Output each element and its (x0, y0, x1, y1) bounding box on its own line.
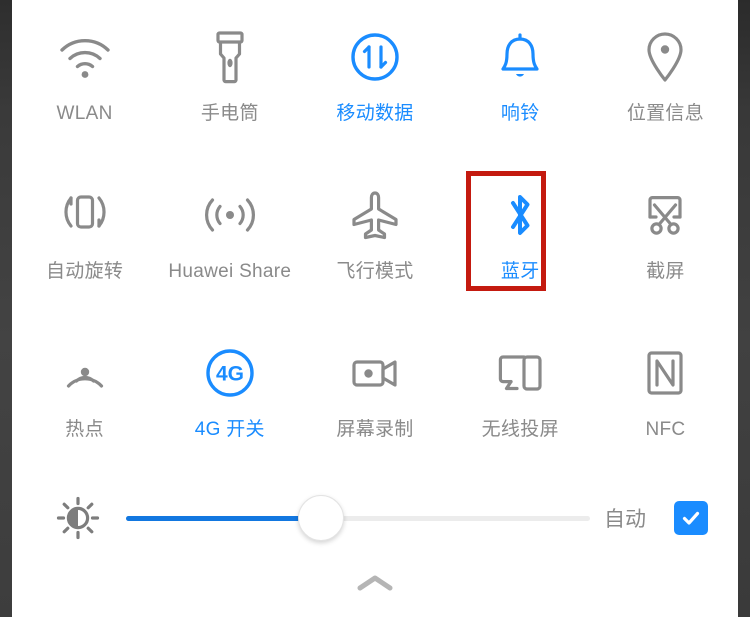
check-icon (682, 511, 700, 525)
toggle-row: WLAN 手电筒 移动数据 响铃 位置信息 (12, 6, 738, 164)
quick-toggle-label: 自动旋转 (46, 261, 124, 282)
panel-collapse-handle[interactable] (12, 564, 738, 617)
quick-toggle-label: 无线投屏 (481, 419, 559, 440)
phone-bezel-left (0, 0, 12, 617)
hotspot-icon (56, 344, 114, 402)
location-pin-icon (636, 28, 694, 86)
quick-toggle-hotspot[interactable]: 热点 (12, 322, 157, 472)
phone-screen: WLAN 手电筒 移动数据 响铃 位置信息 自动旋转 Huawei Share … (0, 0, 750, 617)
quick-toggle-label: 热点 (65, 419, 104, 440)
quick-toggle-label: 截屏 (646, 261, 685, 282)
auto-brightness-checkbox[interactable] (674, 501, 708, 535)
quick-toggle-ringer[interactable]: 响铃 (448, 6, 593, 164)
brightness-slider-thumb[interactable] (297, 495, 344, 541)
quick-toggle-label: 位置信息 (626, 103, 705, 124)
quick-toggle-label: 飞行模式 (336, 261, 414, 282)
quick-toggle-label: 响铃 (500, 103, 540, 124)
quick-toggle-label: 手电筒 (200, 103, 259, 124)
cast-screen-icon (491, 344, 549, 402)
flashlight-icon (201, 28, 259, 86)
quick-toggle-label: 移动数据 (336, 103, 414, 124)
quick-toggle-flashlight[interactable]: 手电筒 (157, 6, 302, 164)
quick-toggle-auto-rotate[interactable]: 自动旋转 (12, 164, 157, 322)
toggle-row: 热点 4G 4G 开关 屏幕录制 无线投屏 NFC (12, 322, 738, 472)
quick-toggle-label: 蓝牙 (500, 261, 540, 282)
screenshot-icon (636, 186, 694, 244)
quick-toggle-screen-record[interactable]: 屏幕录制 (302, 322, 447, 472)
screen-record-icon (346, 344, 404, 402)
mobile-data-icon (346, 28, 404, 86)
nfc-icon (636, 344, 694, 402)
brightness-icon (56, 496, 100, 540)
quick-toggle-huawei-share[interactable]: Huawei Share (157, 164, 302, 322)
quick-toggle-location[interactable]: 位置信息 (593, 6, 738, 164)
4g-icon: 4G (201, 344, 259, 402)
auto-brightness-label: 自动 (604, 508, 646, 531)
quick-toggle-4g[interactable]: 4G 4G 开关 (157, 322, 302, 472)
phone-bezel-right (738, 0, 750, 617)
brightness-row: 自动 (12, 472, 738, 564)
quick-settings-panel: WLAN 手电筒 移动数据 响铃 位置信息 自动旋转 Huawei Share … (12, 0, 738, 617)
toggle-row: 自动旋转 Huawei Share 飞行模式 蓝牙 截屏 (12, 164, 738, 322)
quick-toggle-label: WLAN (56, 103, 113, 124)
huawei-share-icon (201, 186, 259, 244)
quick-toggle-screenshot[interactable]: 截屏 (593, 164, 738, 322)
bell-icon (491, 28, 549, 86)
bluetooth-icon (491, 186, 549, 244)
quick-toggle-label: NFC (645, 419, 686, 440)
brightness-slider-fill (126, 515, 321, 521)
svg-text:4G: 4G (216, 363, 244, 386)
quick-toggle-nfc[interactable]: NFC (593, 322, 738, 472)
quick-toggle-airplane-mode[interactable]: 飞行模式 (302, 164, 447, 322)
quick-toggle-bluetooth[interactable]: 蓝牙 (448, 164, 593, 322)
quick-toggle-cast-screen[interactable]: 无线投屏 (448, 322, 593, 472)
wifi-icon (56, 28, 114, 86)
quick-toggle-label: 屏幕录制 (336, 419, 414, 440)
quick-toggle-label: Huawei Share (168, 261, 292, 282)
quick-toggle-grid: WLAN 手电筒 移动数据 响铃 位置信息 自动旋转 Huawei Share … (12, 0, 738, 472)
chevron-up-icon (357, 575, 393, 591)
quick-toggle-label: 4G 开关 (194, 419, 265, 440)
brightness-slider[interactable] (126, 495, 590, 541)
quick-toggle-mobile-data[interactable]: 移动数据 (302, 6, 447, 164)
auto-rotate-icon (56, 186, 114, 244)
airplane-icon (346, 186, 404, 244)
quick-toggle-wlan[interactable]: WLAN (12, 6, 157, 164)
